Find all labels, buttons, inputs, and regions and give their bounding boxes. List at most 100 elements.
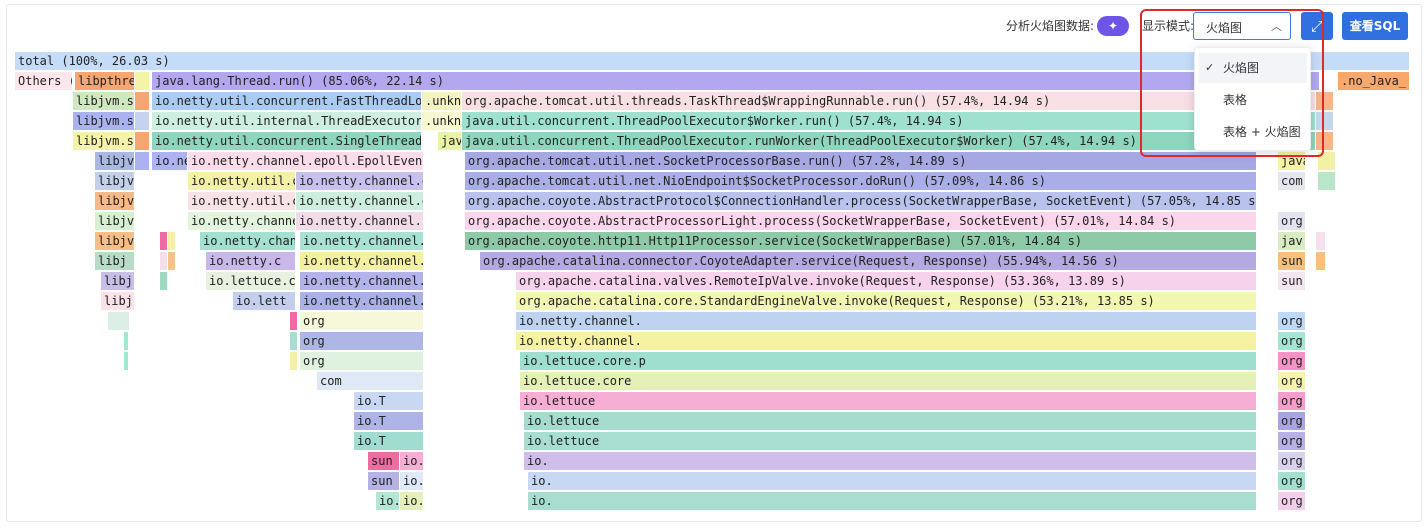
- flame-frame[interactable]: sun: [368, 452, 400, 470]
- flame-frame[interactable]: libjv: [95, 232, 135, 250]
- flame-frame[interactable]: io.l: [400, 472, 424, 490]
- flame-frame[interactable]: io.netty.util.co: [188, 172, 296, 190]
- flame-frame[interactable]: io.T: [354, 392, 424, 410]
- flame-frame[interactable]: io.netty.channel.e: [296, 172, 424, 190]
- flame-frame[interactable]: libjv: [95, 152, 135, 170]
- flame-frame[interactable]: libjv: [95, 172, 135, 190]
- flame-frame[interactable]: io.netty.channel.: [516, 312, 1257, 330]
- flame-frame[interactable]: libjvm.s: [73, 132, 135, 150]
- flame-frame[interactable]: io.netty.channe: [188, 212, 296, 230]
- flame-frame[interactable]: io.netty.util.c: [188, 192, 296, 210]
- flame-frame[interactable]: io.lettuce: [524, 412, 1257, 430]
- flame-frame[interactable]: sun.: [1278, 272, 1306, 290]
- flame-frame[interactable]: org.apache.catalina.core.ApplicationFilt…: [1278, 492, 1306, 510]
- flame-frame[interactable]: io.lettuce: [520, 392, 1257, 410]
- flame-frame[interactable]: org.apache.coyote.AbstractProtocol$Conne…: [465, 192, 1257, 210]
- flame-frame[interactable]: org.apache.catalina.core.ApplicationFilt…: [1278, 412, 1306, 430]
- flame-frame-sliver[interactable]: [290, 312, 298, 330]
- flame-frame[interactable]: libj: [101, 272, 135, 290]
- flame-frame[interactable]: io.netty.chan: [200, 232, 296, 250]
- flame-frame[interactable]: org.apache.catalina.valves.RemoteIpValve…: [516, 272, 1257, 290]
- flame-frame[interactable]: io.netty.channel.: [300, 232, 424, 250]
- flame-frame[interactable]: org.apache.catalina.core.StandardEngineV…: [516, 292, 1257, 310]
- flame-frame[interactable]: org.apache.catalina.valves.ErrorReportVa…: [1278, 312, 1306, 330]
- flame-frame[interactable]: io.lettuce.core: [520, 372, 1257, 390]
- flame-frame[interactable]: io.netty.channel.: [300, 272, 424, 290]
- flame-frame[interactable]: io.T: [376, 492, 400, 510]
- flame-frame-sliver[interactable]: [135, 72, 150, 90]
- flame-frame[interactable]: org.apache.tomcat.util.net.NioEndpoint$S…: [465, 172, 1257, 190]
- flame-frame[interactable]: org.springframework.web.filter.OncePerRe…: [1278, 452, 1306, 470]
- flame-frame[interactable]: org.apache.catalina.core.StandardHostVal…: [1278, 332, 1306, 350]
- flame-frame-sliver[interactable]: [124, 332, 129, 350]
- flame-frame-sliver[interactable]: [160, 272, 168, 290]
- flame-frame-sliver[interactable]: [1316, 232, 1326, 250]
- flame-frame[interactable]: org: [300, 312, 424, 330]
- flame-frame[interactable]: io.netty.channel.: [516, 332, 1257, 350]
- flame-frame[interactable]: org.apache.catalina.authenticator.Authen…: [1278, 352, 1306, 370]
- flame-frame[interactable]: org.apache.tomcat.util.net.SocketProcess…: [465, 152, 1257, 170]
- flame-frame-sliver[interactable]: [1316, 252, 1326, 270]
- flame-frame-sliver[interactable]: [290, 332, 298, 350]
- flame-frame[interactable]: io.netty.channel.: [296, 212, 424, 230]
- flame-frame[interactable]: libjvm.s: [73, 112, 135, 130]
- flame-frame[interactable]: io.netty.util.concurrent.FastThreadLoca: [152, 92, 422, 110]
- flame-frame[interactable]: org.apache.catalina.core.StandardWrapper…: [1278, 392, 1306, 410]
- flame-frame-sliver[interactable]: [135, 92, 150, 110]
- flame-frame[interactable]: jav: [438, 132, 462, 150]
- flame-frame[interactable]: io.netty.channel.e: [296, 192, 424, 210]
- flame-frame[interactable]: .no_Java_: [1338, 72, 1410, 90]
- flame-frame[interactable]: org: [300, 352, 424, 370]
- flame-frame[interactable]: .unkn: [422, 92, 462, 110]
- flame-frame-sliver[interactable]: [124, 352, 129, 370]
- flame-frame[interactable]: org.: [1278, 212, 1306, 230]
- flame-frame[interactable]: org: [300, 332, 424, 350]
- flame-frame[interactable]: org.springframework.web.filter.Character…: [1278, 472, 1306, 490]
- flame-frame[interactable]: libpthre: [75, 72, 135, 90]
- flame-frame-sliver[interactable]: [160, 252, 168, 270]
- flame-frame[interactable]: io.l: [400, 452, 424, 470]
- flame-frame[interactable]: com: [317, 372, 424, 390]
- flame-frame[interactable]: io.netty.c: [206, 252, 296, 270]
- flame-frame[interactable]: io.: [528, 472, 1257, 490]
- flame-frame[interactable]: org.apache.catalina.connector.CoyoteAdap…: [480, 252, 1257, 270]
- flame-frame[interactable]: io.lettuce: [524, 432, 1257, 450]
- flame-frame-sliver[interactable]: [168, 232, 176, 250]
- flame-frame[interactable]: org.apache.catalina.core.ApplicationFilt…: [1278, 432, 1306, 450]
- flame-frame-sliver[interactable]: [108, 312, 130, 330]
- flame-frame[interactable]: libjv: [95, 192, 135, 210]
- flame-frame[interactable]: org.apache.coyote.http11.Http11Processor…: [465, 232, 1257, 250]
- flame-frame-sliver[interactable]: [135, 152, 150, 170]
- flame-frame-sliver[interactable]: [290, 352, 298, 370]
- flame-frame[interactable]: Others (: [15, 72, 73, 90]
- flame-frame[interactable]: io.ne: [152, 152, 188, 170]
- flame-frame[interactable]: io.lett: [233, 292, 296, 310]
- flame-frame-sliver[interactable]: [1318, 172, 1336, 190]
- flame-frame[interactable]: .unkn: [422, 112, 462, 130]
- flame-frame[interactable]: org.apache.catalina.core.StandardContext…: [1278, 372, 1306, 390]
- flame-frame[interactable]: io.netty.channel.: [300, 292, 424, 310]
- flame-frame-sliver[interactable]: [135, 132, 150, 150]
- flame-frame-sliver[interactable]: [168, 252, 176, 270]
- flame-frame[interactable]: io.: [528, 492, 1257, 510]
- flame-frame[interactable]: io.T: [354, 412, 424, 430]
- flame-frame-sliver[interactable]: [160, 232, 168, 250]
- flame-frame[interactable]: jav: [1278, 232, 1306, 250]
- flame-frame[interactable]: sun: [368, 472, 400, 490]
- flame-frame[interactable]: libj: [95, 252, 135, 270]
- flame-frame[interactable]: io.lettuce.core.p: [520, 352, 1257, 370]
- flame-frame[interactable]: org.apache.coyote.AbstractProcessorLight…: [465, 212, 1257, 230]
- flame-frame[interactable]: com.: [1278, 172, 1306, 190]
- flame-frame[interactable]: io.netty.util.concurrent.SingleThreadEv: [152, 132, 422, 150]
- flame-frame[interactable]: libjv: [95, 212, 135, 230]
- flame-frame[interactable]: io.netty.util.internal.ThreadExecutorMa: [152, 112, 422, 130]
- flame-frame[interactable]: io.netty.channel.: [300, 252, 424, 270]
- flame-frame-sliver[interactable]: [135, 112, 150, 130]
- flame-frame[interactable]: io.: [400, 492, 424, 510]
- flame-frame[interactable]: io.: [524, 452, 1257, 470]
- flame-frame[interactable]: io.netty.channel.epoll.EpollEventL: [188, 152, 424, 170]
- flame-frame[interactable]: io.lettuce.c: [206, 272, 296, 290]
- flame-frame[interactable]: libjvm.s: [73, 92, 135, 110]
- flame-frame[interactable]: libj: [101, 292, 135, 310]
- flame-frame[interactable]: sun.: [1278, 252, 1306, 270]
